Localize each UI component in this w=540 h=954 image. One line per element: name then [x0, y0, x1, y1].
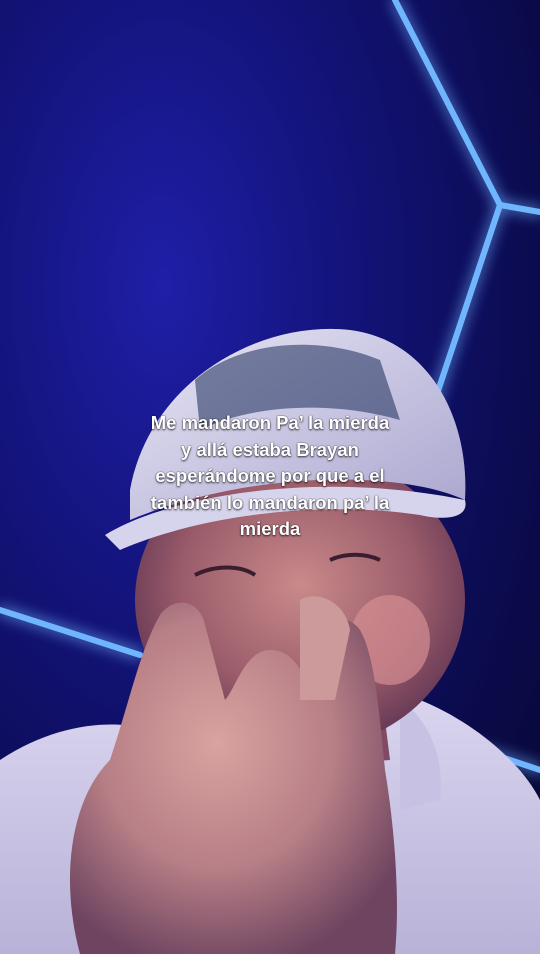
- video-frame[interactable]: Me mandaron Pa’ la mierda y allá estaba …: [0, 0, 540, 954]
- caption-line: Me mandaron Pa’ la mierda: [150, 412, 390, 433]
- caption-line: y allá estaba Brayan: [181, 438, 359, 460]
- video-caption: Me mandaron Pa’ la mierda y allá estaba …: [110, 410, 430, 543]
- caption-line: mierda: [239, 518, 301, 539]
- caption-line: también lo mandaron pa’ la: [150, 491, 390, 513]
- caption-line: esperándome por que a el: [155, 465, 385, 486]
